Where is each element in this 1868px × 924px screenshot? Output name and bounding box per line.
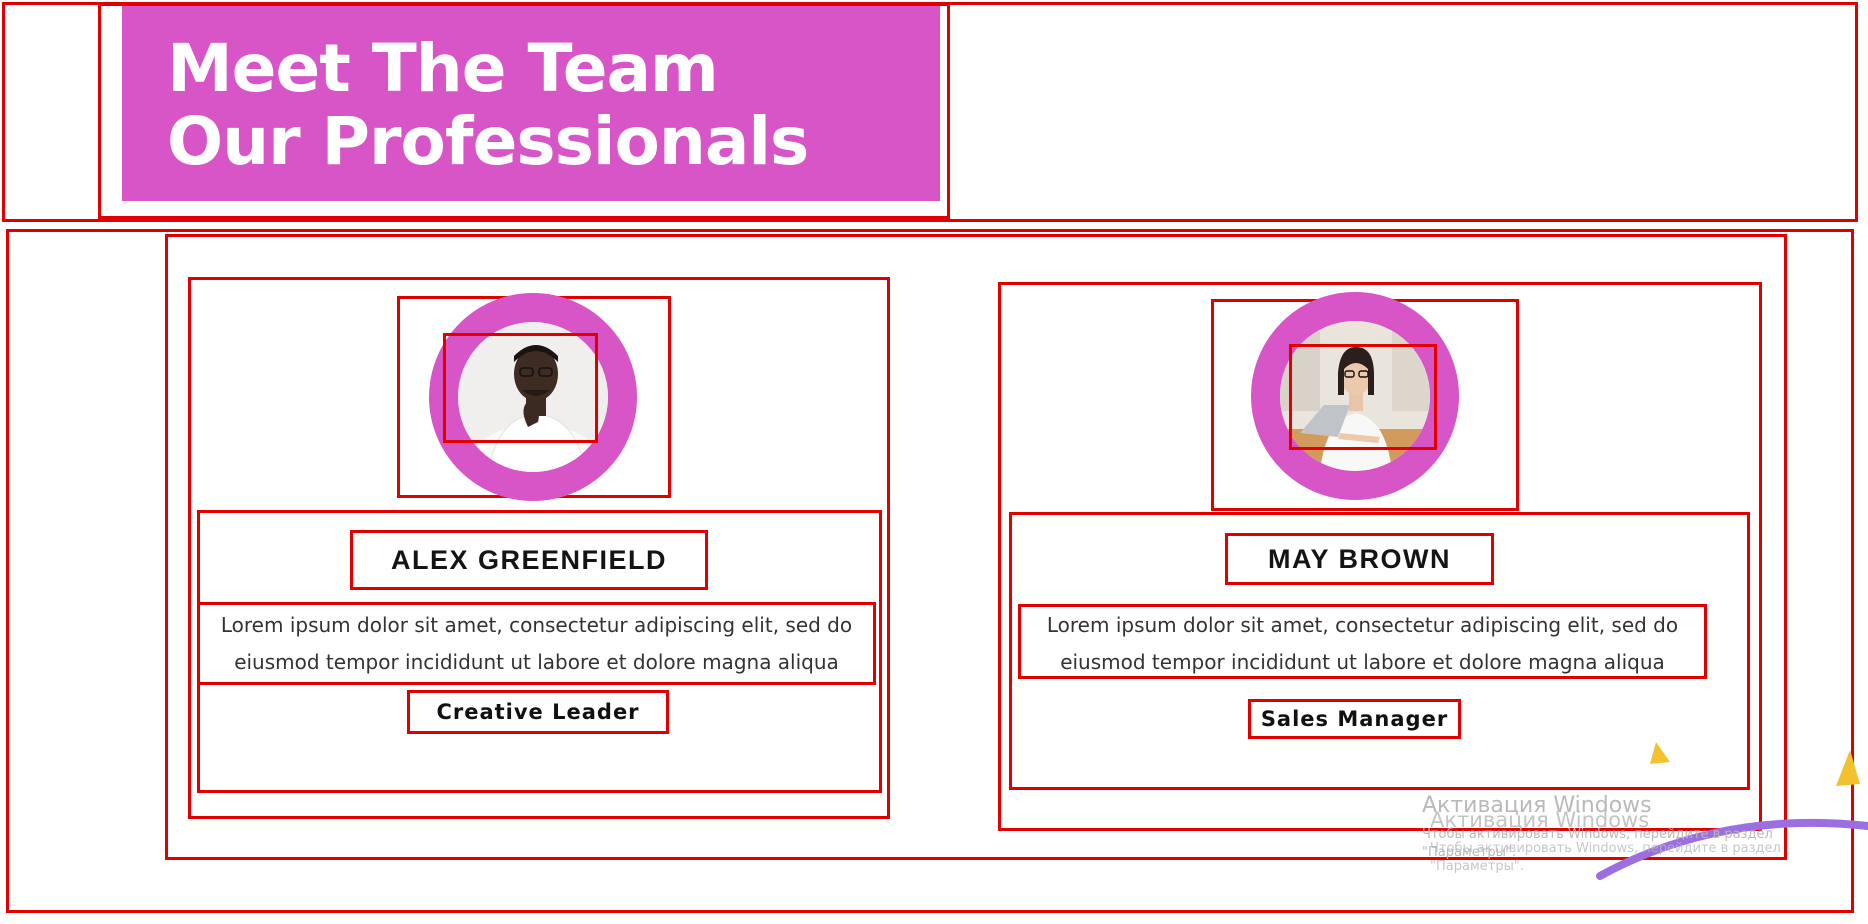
page-title: Meet The Team Our Professionals — [167, 32, 940, 178]
header-banner: Meet The Team Our Professionals — [122, 6, 940, 201]
member-name: MAY BROWN — [1225, 533, 1494, 585]
photo-outline — [1289, 344, 1437, 450]
windows-activation-text-ghost: Чтобы активировать Windows, перейдите в … — [1430, 841, 1781, 874]
triangle-icon — [1836, 750, 1860, 786]
member-bio: Lorem ipsum dolor sit amet, consectetur … — [1018, 604, 1707, 679]
member-name: ALEX GREENFIELD — [350, 530, 708, 590]
member-bio: Lorem ipsum dolor sit amet, consectetur … — [197, 602, 876, 685]
title-line-1: Meet The Team — [167, 30, 719, 107]
member-role: Creative Leader — [407, 690, 669, 734]
photo-outline — [443, 333, 598, 443]
member-role: Sales Manager — [1248, 699, 1461, 739]
title-line-2: Our Professionals — [167, 103, 809, 180]
triangle-icon — [1650, 742, 1670, 764]
